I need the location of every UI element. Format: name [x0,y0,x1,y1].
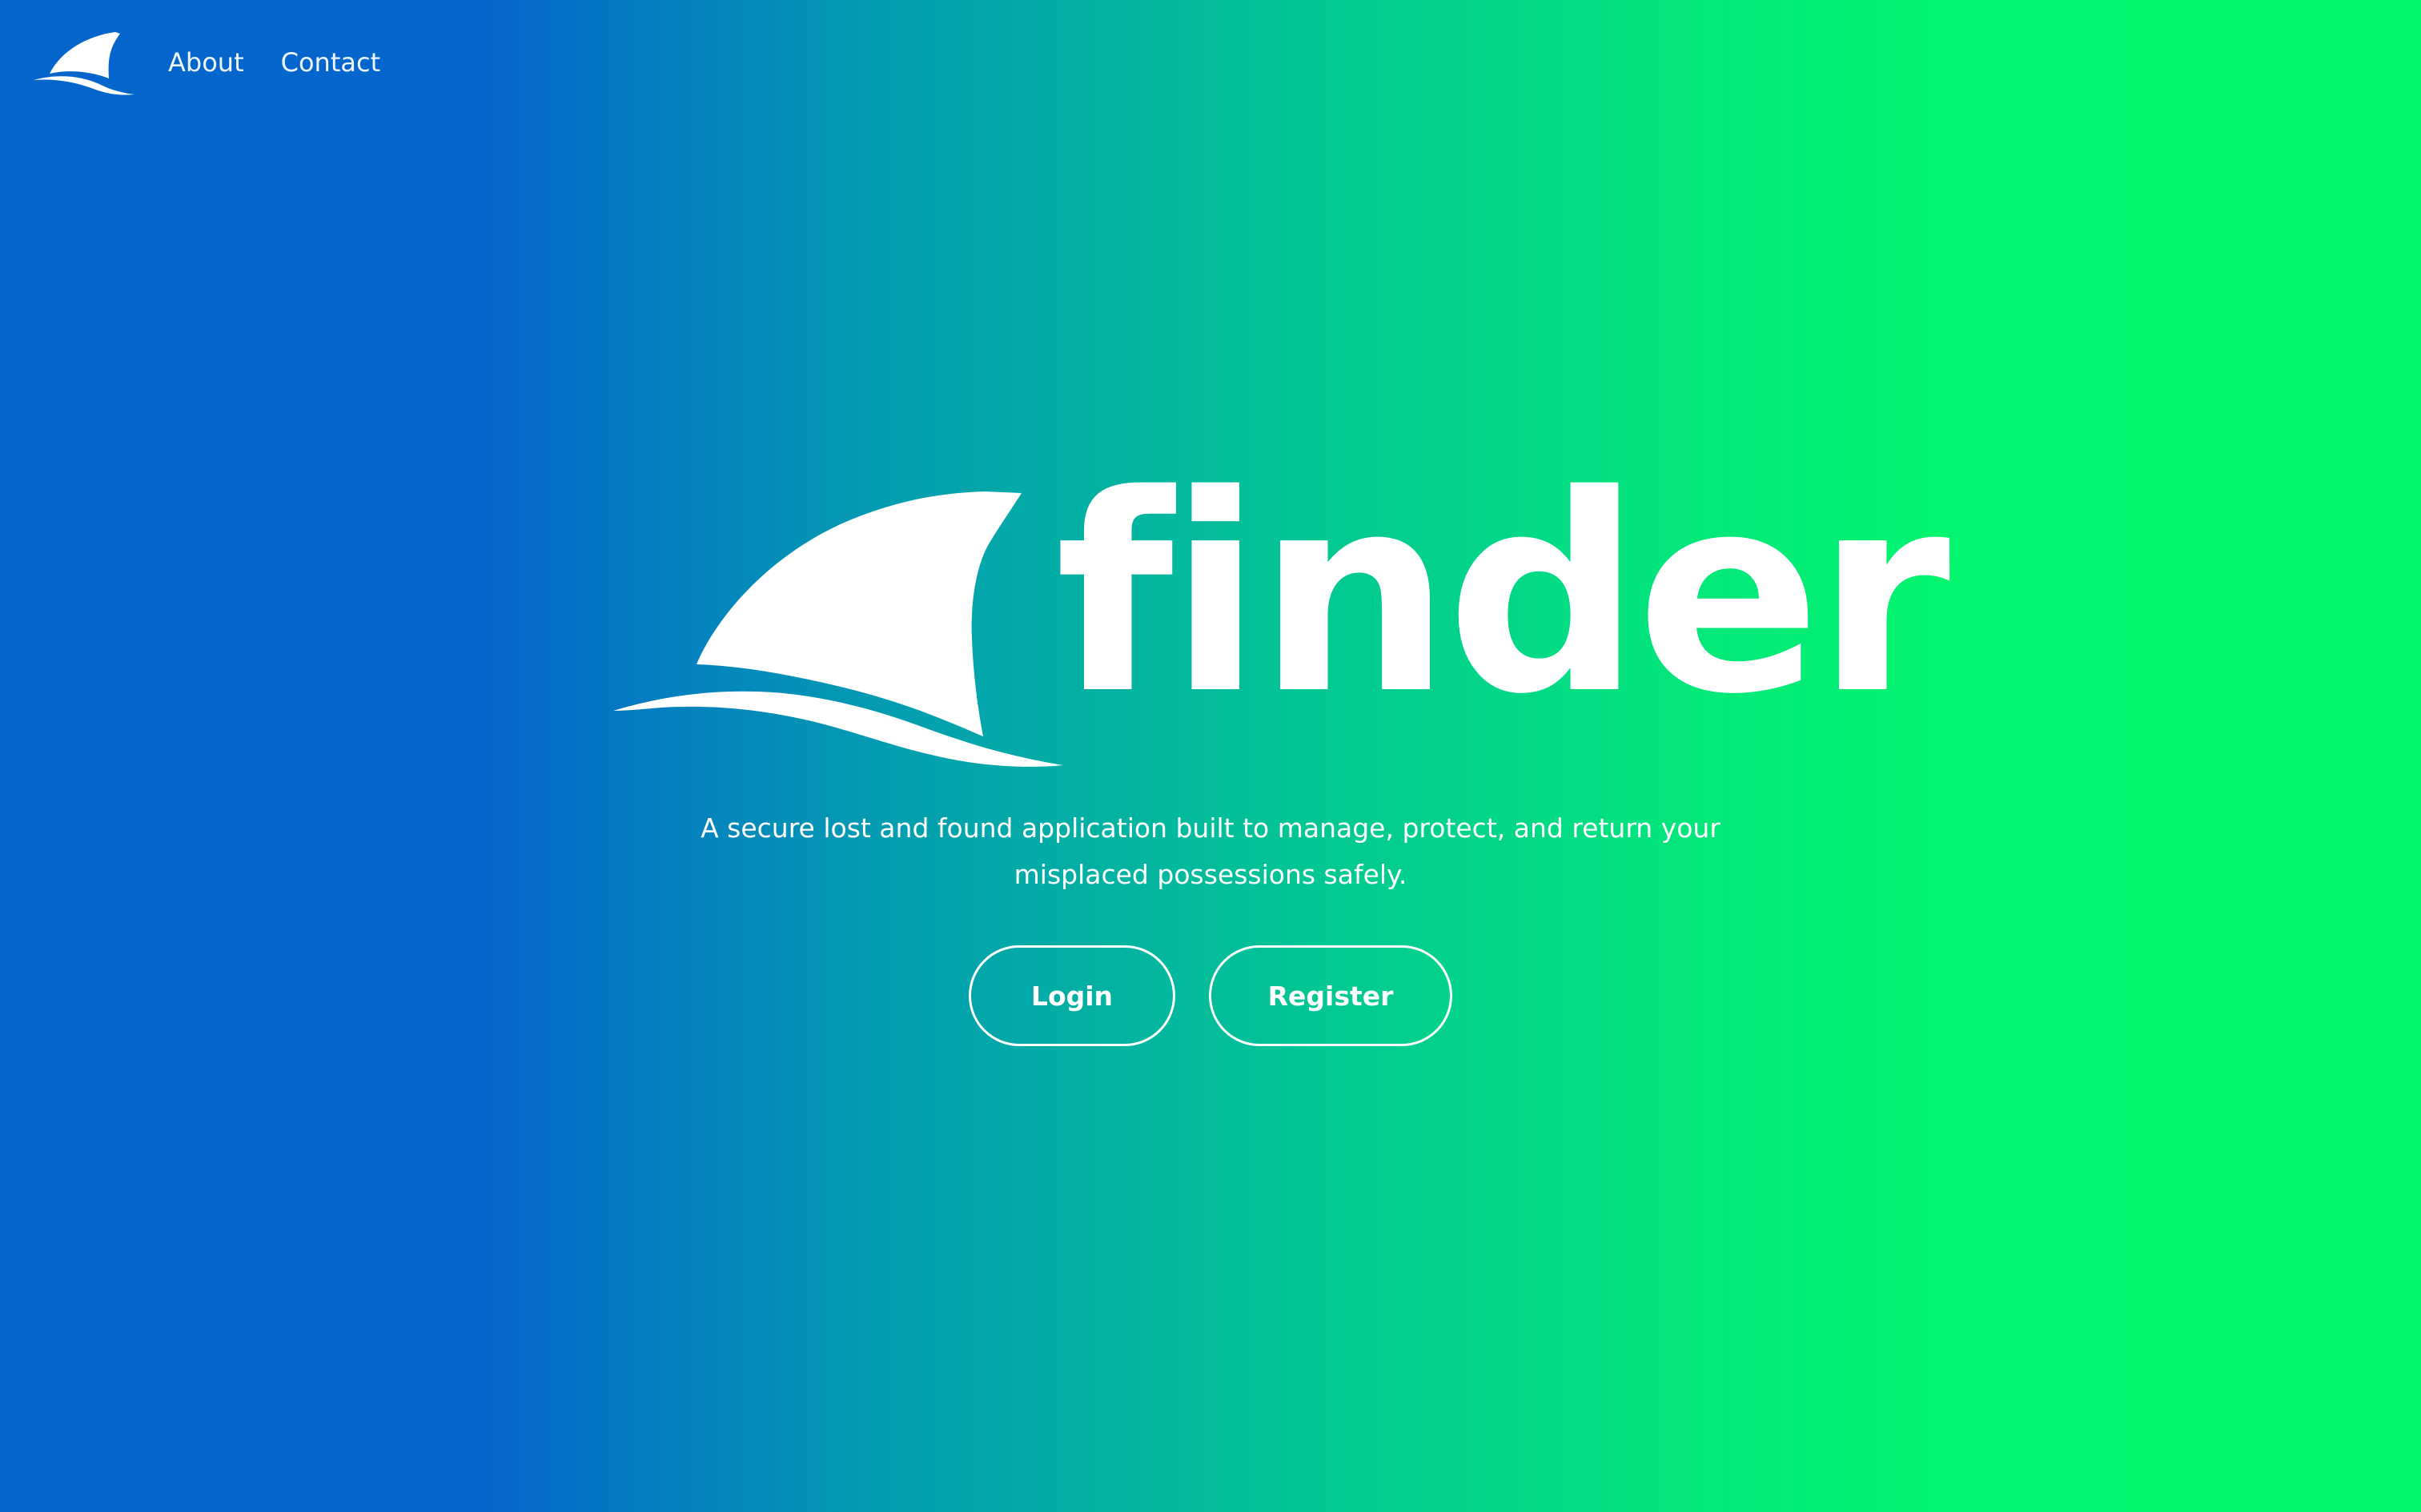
tagline-line-2: misplaced possessions safely. [1014,859,1407,890]
register-button[interactable]: Register [1209,945,1452,1046]
hero-logo: finder [613,459,1950,772]
finder-wordmark: finder [1055,437,1950,754]
tagline: A secure lost and found application buil… [0,805,2421,898]
nav-link-about[interactable]: About [168,50,244,75]
auth-actions: Login Register [0,945,2421,1046]
nav-link-contact[interactable]: Contact [281,50,381,75]
shark-fin-logo-icon[interactable] [32,27,136,98]
top-navigation: About Contact [32,19,417,106]
tagline-line-1: A secure lost and found application buil… [701,812,1720,844]
shark-fin-wave-icon [613,491,1063,767]
login-button[interactable]: Login [969,945,1175,1046]
